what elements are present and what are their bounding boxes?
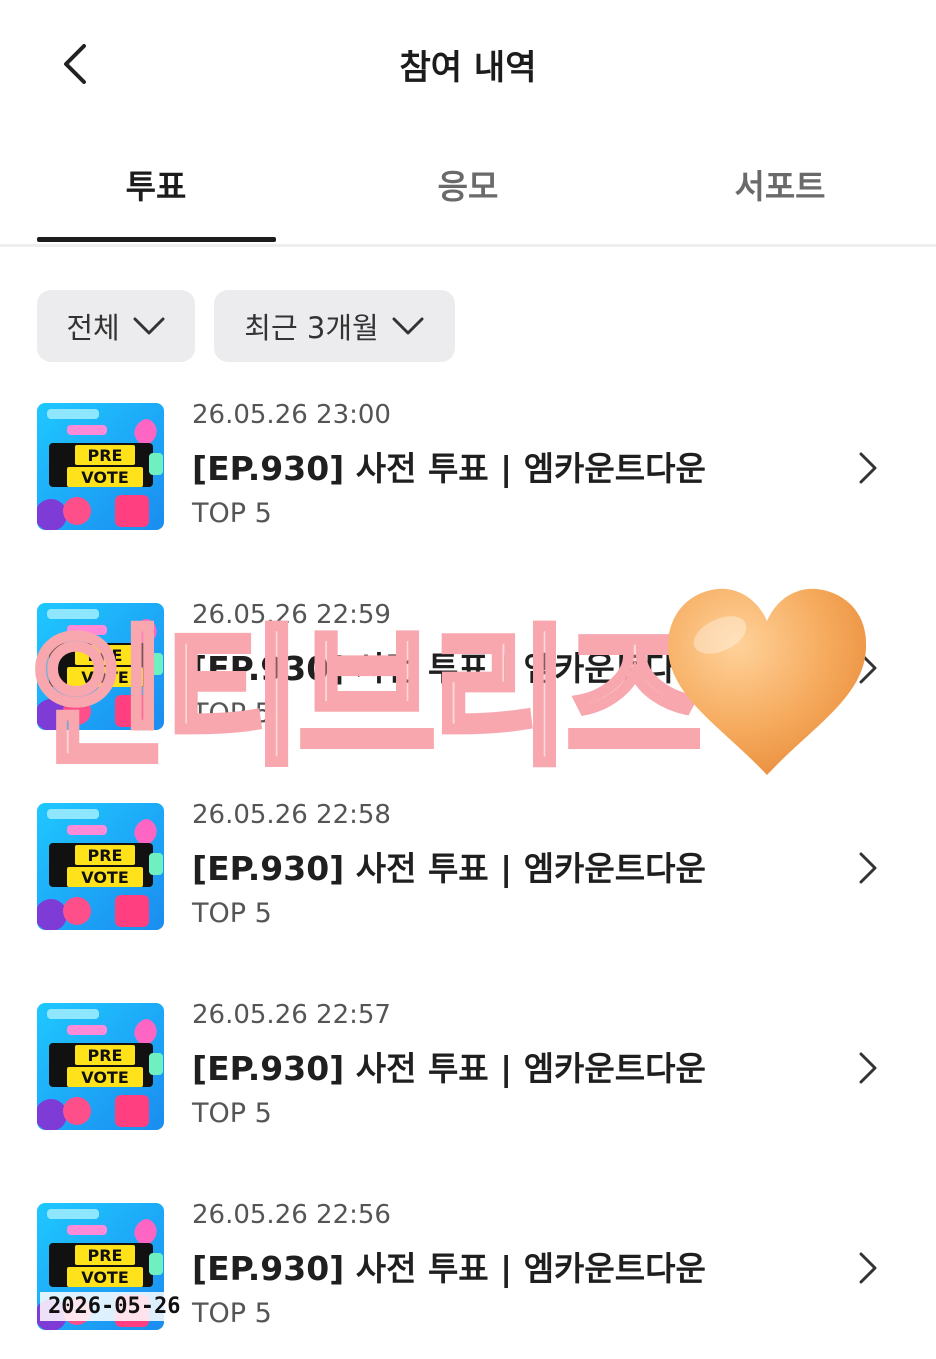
thumbnail-text-vote: VOTE	[81, 668, 129, 687]
item-date: 26.05.26 22:57	[192, 1000, 391, 1030]
item-date: 26.05.26 22:56	[192, 1200, 391, 1230]
thumbnail-text-vote: VOTE	[81, 1068, 129, 1087]
page-title: 참여 내역	[399, 48, 537, 88]
item-date: 26.05.26 22:59	[192, 600, 391, 630]
thumbnail-text-pre: PRE	[87, 846, 123, 865]
thumbnail-text-pre: PRE	[87, 646, 123, 665]
period-filter-label: 최근 3개월	[244, 311, 379, 345]
category-filter-label: 전체	[66, 311, 120, 345]
item-title: [EP.930] 사전 투표 | 엠카운트다운	[192, 849, 706, 888]
list-item[interactable]: PRE VOTE 26.05.26 22:58 [EP.930] 사전 투표 |…	[0, 800, 936, 940]
vote-thumbnail: PRE VOTE	[37, 1003, 164, 1130]
item-date: 26.05.26 23:00	[192, 400, 391, 430]
vote-thumbnail: PRE VOTE	[37, 603, 164, 730]
chevron-down-icon	[392, 317, 424, 335]
tab-bar: 투표 응모 서포트	[0, 150, 936, 247]
vote-thumbnail: PRE VOTE	[37, 803, 164, 930]
list-item[interactable]: PRE VOTE 26.05.26 23:00 [EP.930] 사전 투표 |…	[0, 400, 936, 540]
thumbnail-text-vote: VOTE	[81, 1268, 129, 1287]
chevron-right-icon	[859, 1252, 877, 1284]
item-title: [EP.930] 사전 투표 | 엠카운트다운	[192, 1249, 706, 1288]
tab-support[interactable]: 서포트	[660, 160, 900, 208]
item-title: [EP.930] 사전 투표 | 엠카운트다운	[192, 1049, 706, 1088]
tab-vote[interactable]: 투표	[36, 160, 276, 208]
list-item[interactable]: PRE VOTE 26.05.26 22:59 [EP.930] 사전 투표 |…	[0, 600, 936, 740]
item-subtitle: TOP 5	[192, 698, 272, 729]
thumbnail-text-pre: PRE	[87, 1246, 123, 1265]
thumbnail-text-vote: VOTE	[81, 468, 129, 487]
thumbnail-text-vote: VOTE	[81, 868, 129, 887]
thumbnail-text-pre: PRE	[87, 446, 123, 465]
item-subtitle: TOP 5	[192, 898, 272, 929]
tab-entry[interactable]: 응모	[348, 160, 588, 208]
active-tab-indicator	[37, 237, 276, 242]
item-title: [EP.930] 사전 투표 | 엠카운트다운	[192, 649, 706, 688]
period-filter-button[interactable]: 최근 3개월	[214, 290, 455, 362]
thumbnail-text-pre: PRE	[87, 1046, 123, 1065]
chevron-right-icon	[859, 452, 877, 484]
item-subtitle: TOP 5	[192, 498, 272, 529]
chevron-right-icon	[859, 852, 877, 884]
chevron-down-icon	[133, 317, 165, 335]
item-date: 26.05.26 22:58	[192, 800, 391, 830]
vote-thumbnail: PRE VOTE	[37, 403, 164, 530]
category-filter-button[interactable]: 전체	[37, 290, 195, 362]
item-subtitle: TOP 5	[192, 1298, 272, 1329]
header: 참여 내역	[0, 0, 936, 130]
chevron-right-icon	[859, 652, 877, 684]
date-stamp: 2026-05-26	[40, 1292, 189, 1321]
item-title: [EP.930] 사전 투표 | 엠카운트다운	[192, 449, 706, 488]
list-item[interactable]: PRE VOTE 26.05.26 22:57 [EP.930] 사전 투표 |…	[0, 1000, 936, 1140]
item-subtitle: TOP 5	[192, 1098, 272, 1129]
chevron-right-icon	[859, 1052, 877, 1084]
